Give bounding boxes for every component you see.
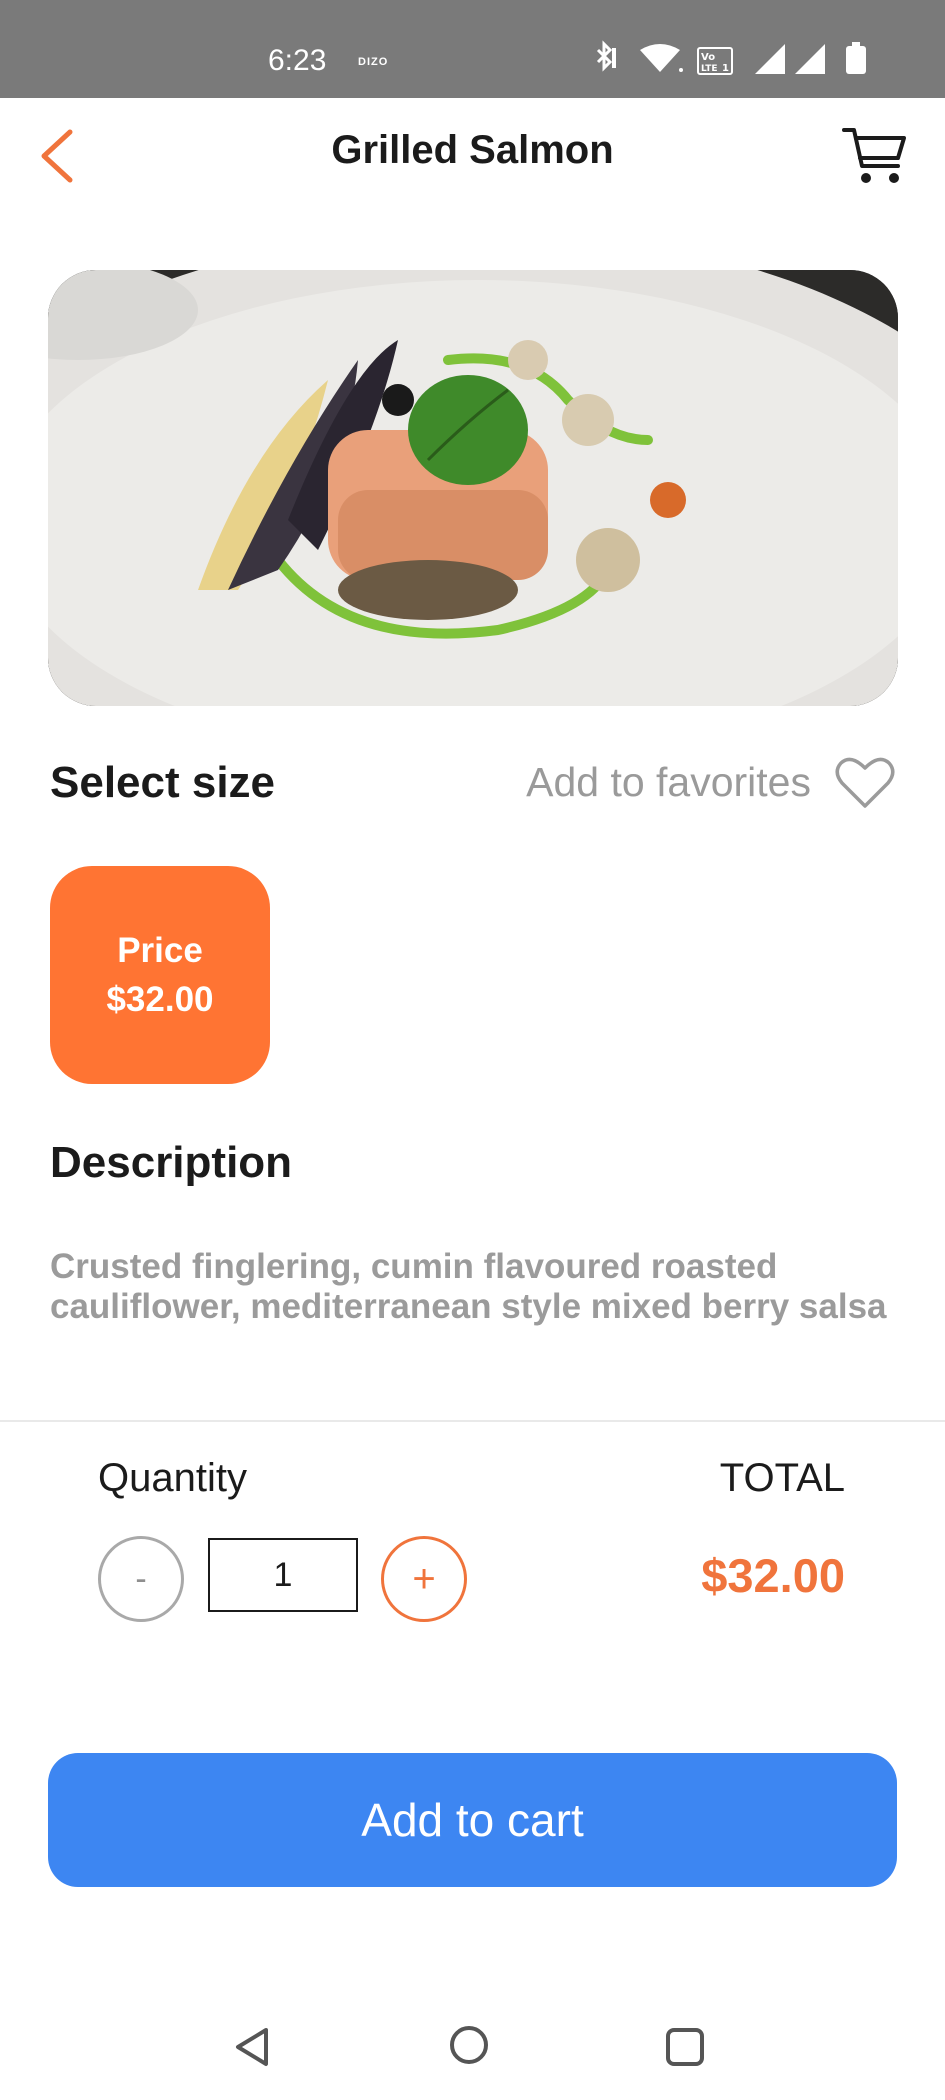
app-bar: Grilled Salmon [0,98,945,213]
heart-outline-icon [835,757,895,808]
plus-icon: + [412,1556,436,1601]
volte-icon: Vo LTE 1 [697,47,733,75]
signal-icon [795,44,825,74]
svg-text:LTE: LTE [701,64,718,74]
add-to-cart-button[interactable]: Add to cart [48,1753,897,1887]
add-to-favorites-button[interactable]: Add to favorites [526,752,895,812]
size-option-price: $32.00 [106,980,214,1019]
quantity-input[interactable] [208,1538,358,1612]
total-label: TOTAL [719,1456,845,1500]
svg-text:1: 1 [722,63,729,74]
battery-icon [846,42,866,74]
divider [0,1420,945,1422]
nav-recent-icon[interactable] [662,2024,708,2070]
cart-icon [842,128,906,183]
quantity-label: Quantity [98,1456,247,1500]
minus-icon: - [135,1559,147,1598]
status-bar: 6:23 DIZO Vo LTE 1 [0,0,945,98]
cart-button[interactable] [840,122,910,192]
status-time: 6:23 [268,44,327,77]
bluetooth-icon [596,40,616,72]
nav-home-icon[interactable] [446,2022,492,2068]
svg-text:Vo: Vo [701,52,715,63]
total-price: $32.00 [701,1549,845,1602]
product-image [48,270,898,706]
page-title: Grilled Salmon [331,128,614,172]
decrease-quantity-button[interactable]: - [98,1536,184,1622]
description-heading: Description [50,1138,293,1187]
nav-back-icon[interactable] [230,2024,276,2070]
status-carrier: DIZO [358,56,389,68]
size-option-label: Price [117,931,203,970]
system-nav-bar [0,2000,945,2100]
salmon-dish-illustration [48,270,898,706]
description-text: Crusted finglering, cumin flavoured roas… [50,1247,887,1326]
status-icons: Vo LTE 1 [596,40,866,75]
size-option-card[interactable]: Price $32.00 [50,866,270,1084]
favorites-label: Add to favorites [526,758,811,805]
signal-icon [755,44,785,74]
wifi-icon [640,44,683,72]
increase-quantity-button[interactable]: + [381,1536,467,1622]
select-size-heading: Select size [50,758,276,807]
